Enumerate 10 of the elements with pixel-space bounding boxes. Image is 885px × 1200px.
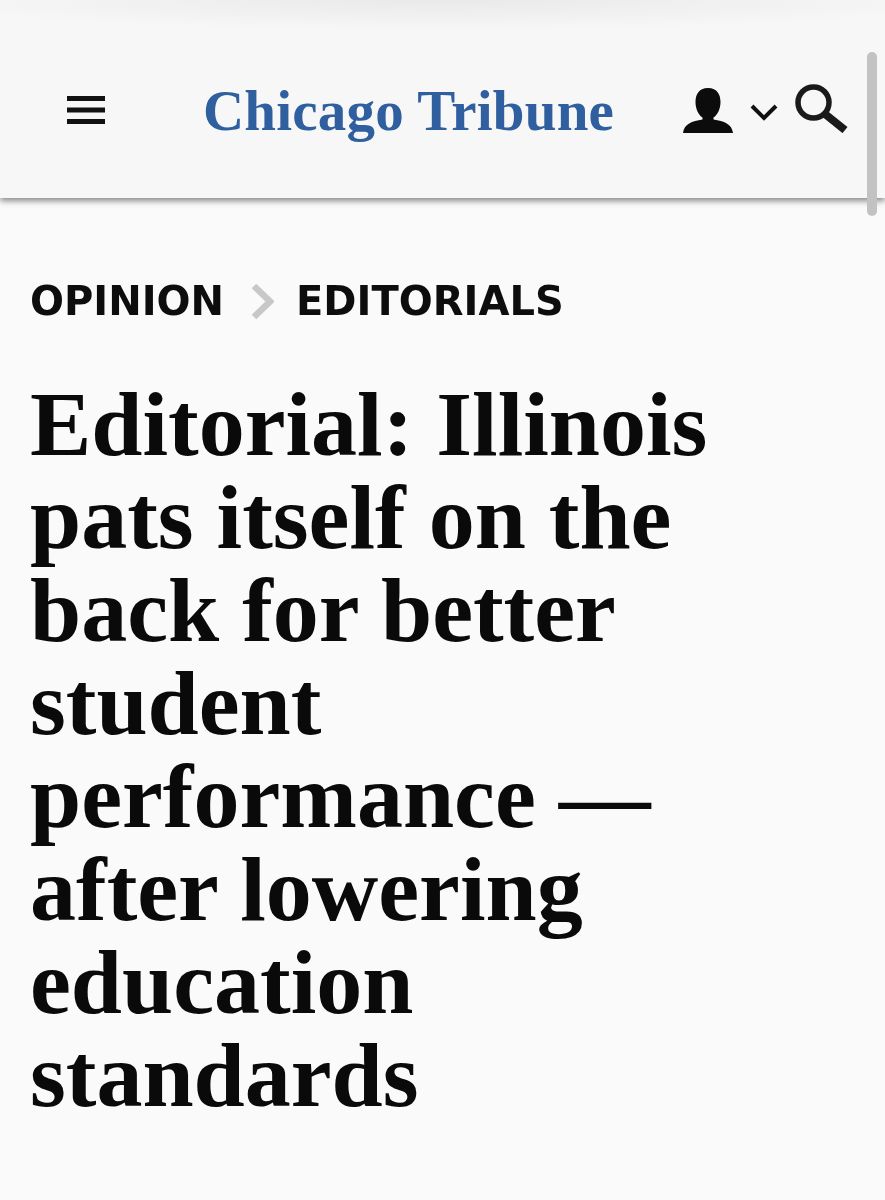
search-icon — [795, 83, 848, 133]
account-button[interactable] — [683, 87, 778, 133]
article-headline: Editorial: Illinois pats itself on the back for better student performance — after lowering education standards — [30, 378, 709, 1122]
chevron-icon — [251, 282, 275, 320]
menu-button[interactable] — [67, 96, 105, 124]
user-icon — [683, 87, 733, 133]
caret-icon — [750, 103, 778, 121]
breadcrumb-link[interactable]: EDITORIALS — [296, 277, 564, 325]
menu-icon — [67, 96, 105, 124]
breadcrumb-link[interactable]: OPINION — [30, 277, 225, 325]
